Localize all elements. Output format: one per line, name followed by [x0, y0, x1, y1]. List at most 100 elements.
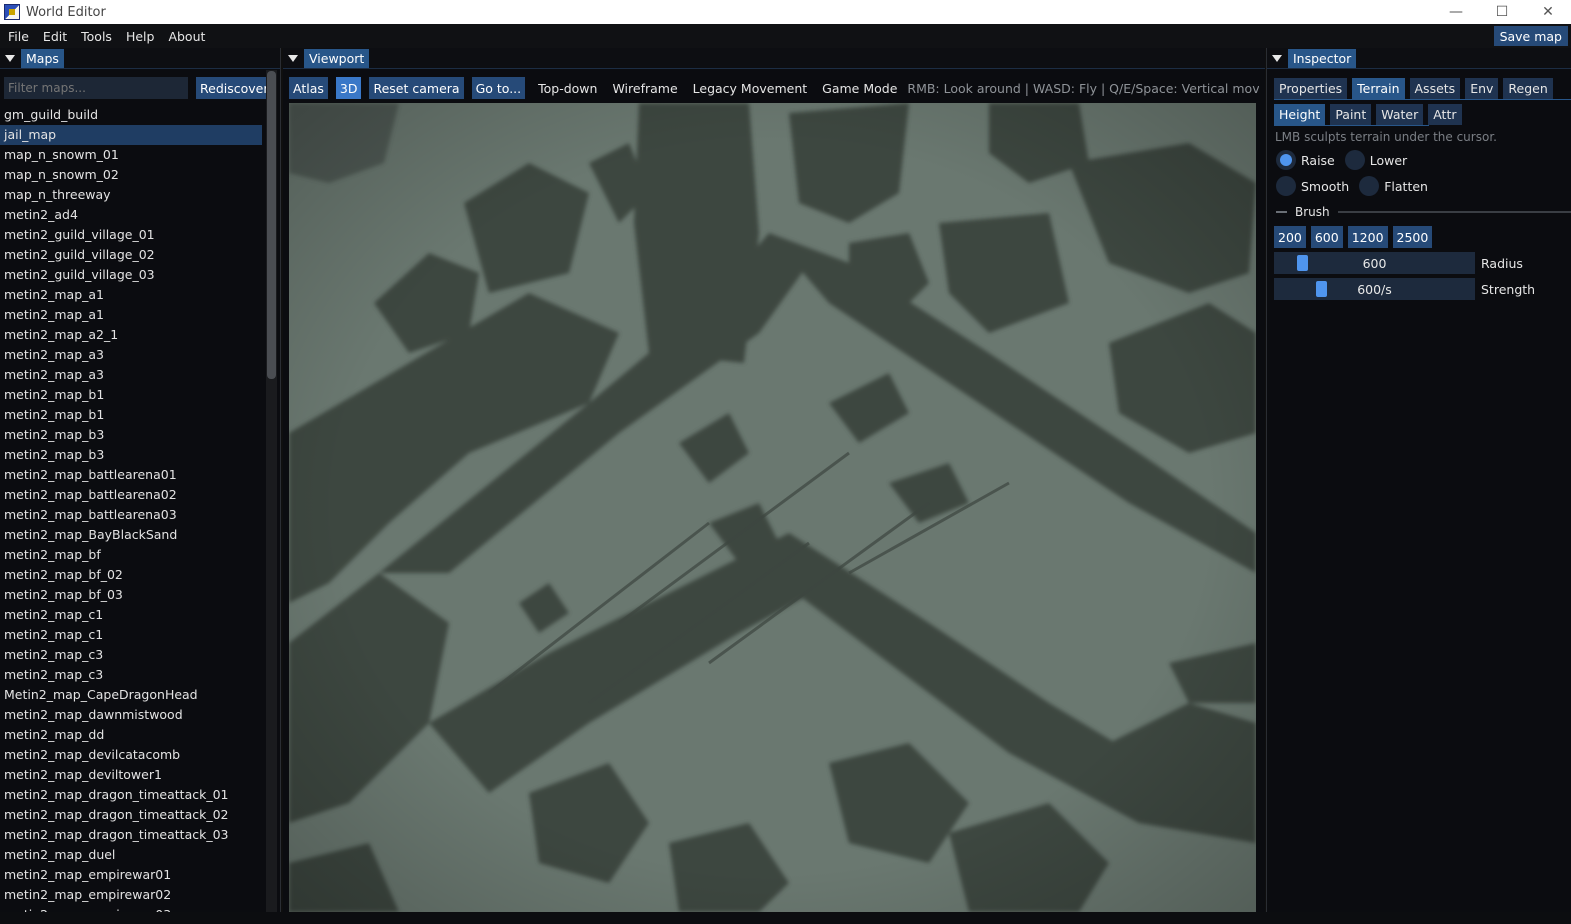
- maps-panel-title: Maps: [21, 48, 64, 68]
- subtab-height[interactable]: Height: [1274, 104, 1326, 125]
- map-list-item[interactable]: map_n_snowm_01: [0, 145, 262, 165]
- tab-env[interactable]: Env: [1465, 78, 1499, 99]
- game-mode-label: Game Mode: [822, 80, 898, 96]
- map-list-item[interactable]: map_n_snowm_02: [0, 165, 262, 185]
- tab-terrain[interactable]: Terrain: [1352, 78, 1405, 99]
- maximize-icon[interactable]: ☐: [1479, 0, 1525, 24]
- flatten-radio[interactable]: [1359, 176, 1380, 196]
- map-list-item[interactable]: metin2_map_a3: [0, 365, 262, 385]
- subtab-water[interactable]: Water: [1376, 104, 1424, 125]
- map-list-item[interactable]: metin2_map_duel: [0, 845, 262, 865]
- map-list-item[interactable]: metin2_map_dragon_timeattack_03: [0, 825, 262, 845]
- map-list-item[interactable]: metin2_map_bf_02: [0, 565, 262, 585]
- menu-edit[interactable]: Edit: [36, 29, 74, 44]
- menu-tools[interactable]: Tools: [74, 29, 119, 44]
- close-icon[interactable]: ✕: [1525, 0, 1571, 24]
- raise-radio[interactable]: [1276, 150, 1296, 170]
- strength-slider-grab[interactable]: [1316, 281, 1327, 297]
- goto-button[interactable]: Go to...: [471, 77, 526, 99]
- map-list-item[interactable]: metin2_map_c1: [0, 605, 262, 625]
- viewport-panel-header: Viewport: [283, 48, 1265, 69]
- map-list-item[interactable]: metin2_guild_village_03: [0, 265, 262, 285]
- collapse-triangle-icon[interactable]: [1272, 54, 1282, 62]
- save-map-button[interactable]: Save map: [1493, 26, 1568, 46]
- wireframe-label: Wireframe: [612, 80, 678, 96]
- tab-regen[interactable]: Regen: [1503, 78, 1553, 99]
- menu-file[interactable]: File: [0, 29, 36, 44]
- map-list-item[interactable]: metin2_map_empirewar03: [0, 905, 262, 912]
- window-title: World Editor: [26, 4, 106, 20]
- preset-2500-button[interactable]: 2500: [1392, 226, 1433, 248]
- brush-section-header[interactable]: Brush: [1276, 205, 1571, 219]
- mode-row-1: Raise Lower: [1276, 150, 1417, 170]
- map-list-item[interactable]: metin2_guild_village_02: [0, 245, 262, 265]
- preset-600-button[interactable]: 600: [1310, 226, 1343, 248]
- section-divider: [1337, 211, 1571, 213]
- map-list-item[interactable]: metin2_map_b3: [0, 425, 262, 445]
- menu-about[interactable]: About: [161, 29, 212, 44]
- lower-radio[interactable]: [1344, 150, 1365, 170]
- scrollbar-thumb[interactable]: [267, 71, 276, 379]
- viewport-toolbar: Atlas 3D Reset camera Go to... Top-down …: [289, 77, 1259, 99]
- map-list-item[interactable]: metin2_map_dd: [0, 725, 262, 745]
- collapse-triangle-icon[interactable]: [5, 54, 15, 62]
- flatten-label: Flatten: [1384, 178, 1428, 194]
- map-list-item[interactable]: metin2_map_b3: [0, 445, 262, 465]
- map-list-item[interactable]: metin2_map_bf_03: [0, 585, 262, 605]
- map-list-item[interactable]: metin2_guild_village_01: [0, 225, 262, 245]
- map-list-item[interactable]: metin2_map_deviltower1: [0, 765, 262, 785]
- inspector-panel: Inspector Properties Terrain Assets Env …: [1266, 48, 1571, 912]
- subtab-attr[interactable]: Attr: [1428, 104, 1462, 125]
- atlas-button[interactable]: Atlas: [289, 77, 328, 99]
- preset-200-button[interactable]: 200: [1274, 226, 1306, 248]
- map-list-item[interactable]: metin2_map_a1: [0, 305, 262, 325]
- collapse-triangle-icon[interactable]: [288, 54, 298, 62]
- subtabs-underline: [1274, 125, 1429, 126]
- strength-slider[interactable]: 600/s: [1274, 278, 1475, 300]
- filter-maps-input[interactable]: [4, 77, 188, 99]
- map-list-item[interactable]: metin2_map_battlearena03: [0, 505, 262, 525]
- viewport-canvas[interactable]: [289, 103, 1256, 912]
- radius-slider-grab[interactable]: [1297, 255, 1308, 271]
- 3d-button[interactable]: 3D: [335, 77, 362, 99]
- map-list-item[interactable]: metin2_map_a3: [0, 345, 262, 365]
- map-list-item[interactable]: metin2_map_BayBlackSand: [0, 525, 262, 545]
- radius-slider[interactable]: 600: [1274, 252, 1475, 274]
- smooth-radio[interactable]: [1276, 176, 1296, 196]
- map-list-item[interactable]: metin2_map_bf: [0, 545, 262, 565]
- map-list-item[interactable]: metin2_map_empirewar02: [0, 885, 262, 905]
- tab-assets[interactable]: Assets: [1409, 78, 1461, 99]
- raise-label: Raise: [1301, 152, 1335, 168]
- map-list-item[interactable]: metin2_map_devilcatacomb: [0, 745, 262, 765]
- reset-camera-button[interactable]: Reset camera: [369, 77, 464, 99]
- map-list-item[interactable]: Metin2_map_CapeDragonHead: [0, 685, 262, 705]
- map-list-item[interactable]: map_n_threeway: [0, 185, 262, 205]
- tab-properties[interactable]: Properties: [1274, 78, 1348, 99]
- map-list-item[interactable]: metin2_map_empirewar01: [0, 865, 262, 885]
- map-list-item[interactable]: metin2_map_dragon_timeattack_01: [0, 785, 262, 805]
- map-list-item[interactable]: metin2_map_battlearena02: [0, 485, 262, 505]
- viewport-panel-title: Viewport: [304, 48, 370, 68]
- map-list-item[interactable]: metin2_map_dragon_timeattack_02: [0, 805, 262, 825]
- map-list-item[interactable]: metin2_map_c1: [0, 625, 262, 645]
- sculpt-hint: LMB sculpts terrain under the cursor.: [1275, 130, 1497, 144]
- map-list-item[interactable]: metin2_map_b1: [0, 405, 262, 425]
- rediscover-button[interactable]: Rediscover: [196, 77, 273, 99]
- map-list-item[interactable]: gm_guild_build: [0, 105, 262, 125]
- map-list-item[interactable]: metin2_map_a2_1: [0, 325, 262, 345]
- map-list-item[interactable]: metin2_map_c3: [0, 645, 262, 665]
- map-list-item[interactable]: metin2_map_b1: [0, 385, 262, 405]
- menu-help[interactable]: Help: [119, 29, 162, 44]
- top-down-label: Top-down: [538, 80, 598, 96]
- map-list-item[interactable]: metin2_map_c3: [0, 665, 262, 685]
- map-list-item[interactable]: metin2_map_battlearena01: [0, 465, 262, 485]
- map-list-scrollbar[interactable]: [266, 70, 277, 912]
- map-list-item[interactable]: metin2_ad4: [0, 205, 262, 225]
- map-list-item[interactable]: metin2_map_a1: [0, 285, 262, 305]
- map-list-item[interactable]: jail_map: [0, 125, 262, 145]
- subtab-paint[interactable]: Paint: [1330, 104, 1372, 125]
- minimize-icon[interactable]: —: [1433, 0, 1479, 24]
- brush-section-title: Brush: [1295, 205, 1330, 219]
- map-list-item[interactable]: metin2_map_dawnmistwood: [0, 705, 262, 725]
- preset-1200-button[interactable]: 1200: [1347, 226, 1388, 248]
